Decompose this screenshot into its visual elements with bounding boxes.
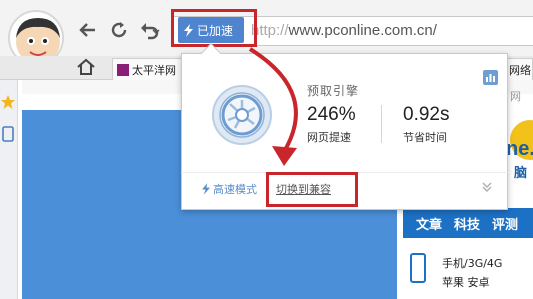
lightning-icon — [202, 183, 210, 195]
stat-divider — [381, 105, 382, 143]
favorites-star-icon[interactable] — [0, 94, 16, 110]
accelerate-button[interactable]: 已加速 — [178, 17, 244, 43]
nav-reviews[interactable]: 评测 — [492, 214, 518, 233]
tab-pconline[interactable]: 太平洋网 — [112, 58, 186, 80]
popup-title: 预取引擎 — [307, 84, 360, 98]
logo-text: ne. — [506, 138, 533, 160]
home-button[interactable] — [76, 58, 96, 76]
logo-subtext: 脑 — [514, 166, 528, 181]
undo-icon — [141, 23, 160, 40]
switch-to-compatible-link[interactable]: 切换到兼容 — [276, 181, 331, 197]
phone-icon — [410, 253, 426, 283]
speedup-value: 246% — [307, 104, 356, 125]
side-panel — [0, 80, 18, 299]
double-chevron-down-icon[interactable] — [481, 181, 493, 196]
nav-articles[interactable]: 文章 — [416, 214, 442, 233]
back-arrow-icon — [79, 23, 95, 37]
back-button[interactable] — [76, 18, 100, 42]
tab-label: 太平洋网 — [132, 63, 176, 77]
category-phones[interactable]: 手机/3G/4G — [442, 255, 502, 271]
category-apple-android[interactable]: 苹果 安卓 — [442, 274, 490, 290]
turbo-gauge-icon — [211, 84, 273, 146]
nav-tech[interactable]: 科技 — [454, 214, 480, 233]
home-icon — [77, 58, 95, 75]
page-side-text: 网 — [510, 90, 521, 103]
refresh-button[interactable] — [107, 18, 131, 42]
device-icon[interactable] — [1, 126, 15, 142]
time-saved-label: 节省时间 — [403, 131, 447, 144]
mode-label: 高速模式 — [213, 183, 257, 196]
url-text[interactable]: http://www.pconline.com.cn/ — [251, 22, 437, 39]
time-saved-value: 0.92s — [403, 104, 450, 125]
undo-button[interactable] — [138, 18, 162, 42]
tab-label: 网络 — [509, 63, 531, 77]
high-speed-mode: 高速模式 — [202, 181, 257, 197]
pconline-favicon-icon — [117, 63, 129, 76]
accelerate-label: 已加速 — [197, 23, 234, 38]
url-host: www.pconline.com.cn/ — [288, 22, 437, 39]
page-nav-strip: 文章 科技 评测 — [403, 208, 533, 238]
chart-icon[interactable] — [483, 70, 498, 85]
lightning-icon — [184, 23, 193, 37]
speedup-label: 网页提速 — [307, 131, 351, 144]
refresh-icon — [111, 22, 127, 38]
